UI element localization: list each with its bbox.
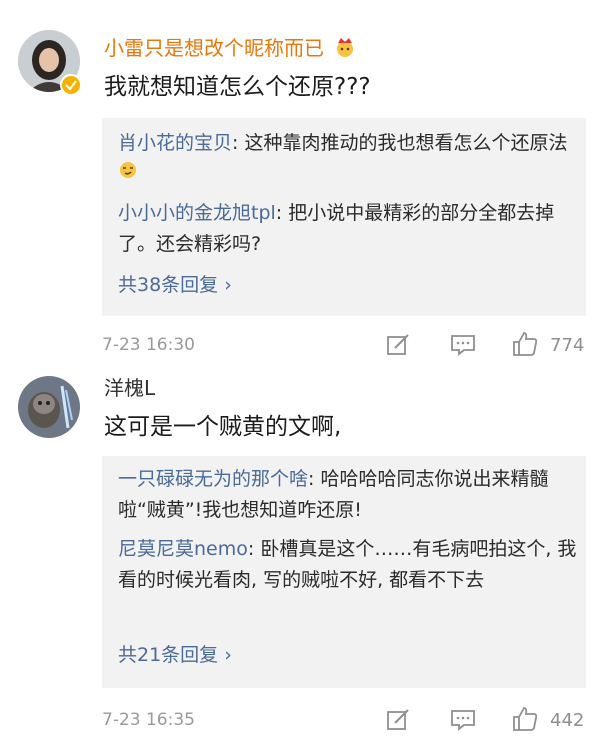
username-text: 洋槐L (104, 376, 156, 400)
verified-badge-icon (60, 74, 82, 96)
username-text: 小雷只是想改个昵称而已 (104, 36, 324, 60)
comment-text: 我就想知道怎么个还原??? (104, 74, 371, 100)
thumbs-up-icon[interactable] (512, 331, 538, 356)
like-count: 774 (550, 335, 585, 356)
reply-box[interactable]: 一只碌碌无为的那个啥: 哈哈哈哈同志你说出来精髓啦“贼黄”!我也想知道咋还原! … (102, 456, 586, 688)
crown-emoji-icon (334, 36, 356, 63)
more-replies-link[interactable]: 共21条回复 › (118, 640, 232, 667)
reply-item[interactable]: 尼莫尼莫nemo: 卧槽真是这个……有毛病吧拍这个, 我看的时候光看肉, 写的贼… (118, 534, 578, 596)
comment-icon[interactable] (450, 708, 476, 732)
edit-icon[interactable] (386, 333, 412, 357)
reply-item[interactable]: 一只碌碌无为的那个啥: 哈哈哈哈同志你说出来精髓啦“贼黄”!我也想知道咋还原! (118, 464, 578, 526)
comment-card: 小雷只是想改个昵称而已 我就想知道怎么个还原??? 肖小花的宝贝: 这种靠肉推动… (0, 0, 600, 368)
reply-item[interactable]: 肖小花的宝贝: 这种靠肉推动的我也想看怎么个还原法 (118, 128, 578, 190)
username[interactable]: 小雷只是想改个昵称而已 (104, 36, 356, 63)
like-count: 442 (550, 710, 585, 731)
reply-username[interactable]: 小小小的金龙旭tpl (118, 202, 276, 224)
reply-item[interactable]: 小小小的金龙旭tpl: 把小说中最精彩的部分全都去掉了。还会精彩吗? (118, 198, 578, 260)
comment-card: 洋槐L 这可是一个贼黄的文啊, 一只碌碌无为的那个啥: 哈哈哈哈同志你说出来精髓… (0, 368, 600, 745)
thumbs-up-icon[interactable] (512, 706, 538, 731)
timestamp: 7-23 16:30 (102, 335, 195, 355)
edit-icon[interactable] (386, 708, 412, 732)
reply-username[interactable]: 一只碌碌无为的那个啥 (118, 468, 308, 490)
comment-icon[interactable] (450, 333, 476, 357)
comment-text: 这可是一个贼黄的文啊, (104, 414, 342, 440)
smirk-emoji-icon (118, 159, 138, 190)
username[interactable]: 洋槐L (104, 376, 155, 400)
reply-username[interactable]: 尼莫尼莫nemo (118, 538, 248, 560)
reply-text: : 这种靠肉推动的我也想看怎么个还原法 (232, 132, 568, 154)
avatar[interactable] (18, 376, 80, 438)
reply-box[interactable]: 肖小花的宝贝: 这种靠肉推动的我也想看怎么个还原法 小小小的金龙旭tpl: 把小… (102, 118, 586, 316)
timestamp: 7-23 16:35 (102, 710, 195, 730)
reply-username[interactable]: 肖小花的宝贝 (118, 132, 232, 154)
more-replies-link[interactable]: 共38条回复 › (118, 270, 232, 297)
